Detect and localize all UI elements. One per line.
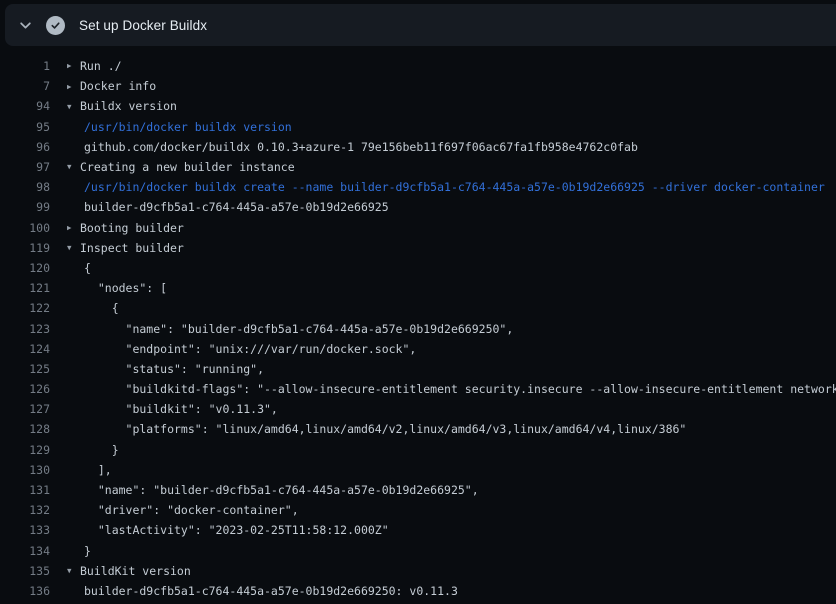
log-line-row: 128 "platforms": "linux/amd64,linux/amd6… [0, 419, 836, 439]
line-number[interactable]: 120 [0, 261, 50, 275]
expanded-triangle-icon[interactable]: ▼ [50, 244, 80, 252]
log-output-text: builder-d9cfb5a1-c764-445a-a57e-0b19d2e6… [80, 200, 389, 214]
log-line-row: 127 "buildkit": "v0.11.3", [0, 399, 836, 419]
line-number[interactable]: 124 [0, 342, 50, 356]
log-output-text: { [80, 261, 91, 275]
log-group-title[interactable]: Buildx version [80, 99, 177, 113]
expanded-triangle-icon[interactable]: ▼ [50, 567, 80, 575]
log-output-text: "name": "builder-d9cfb5a1-c764-445a-a57e… [80, 322, 513, 336]
line-number[interactable]: 131 [0, 483, 50, 497]
log-group-title[interactable]: Booting builder [80, 221, 184, 235]
line-number[interactable]: 98 [0, 180, 50, 194]
log-output-text: builder-d9cfb5a1-c764-445a-a57e-0b19d2e6… [80, 584, 458, 598]
line-number[interactable]: 119 [0, 241, 50, 255]
line-number[interactable]: 134 [0, 544, 50, 558]
line-number[interactable]: 97 [0, 160, 50, 174]
log-output-text: "buildkitd-flags": "--allow-insecure-ent… [80, 382, 836, 396]
collapsed-triangle-icon[interactable]: ▶ [50, 224, 80, 232]
log-line-row: 121 "nodes": [ [0, 278, 836, 298]
log-group-row: 97▼Creating a new builder instance [0, 157, 836, 177]
log-output-text: github.com/docker/buildx 0.10.3+azure-1 … [80, 140, 638, 154]
log-line-row: 132 "driver": "docker-container", [0, 500, 836, 520]
line-number[interactable]: 121 [0, 281, 50, 295]
line-number[interactable]: 122 [0, 301, 50, 315]
collapsed-triangle-icon[interactable]: ▶ [50, 83, 80, 91]
line-number[interactable]: 127 [0, 402, 50, 416]
line-number[interactable]: 100 [0, 221, 50, 235]
line-number[interactable]: 7 [0, 79, 50, 93]
log-line-row: 96 github.com/docker/buildx 0.10.3+azure-… [0, 137, 836, 157]
log-output-text: "buildkit": "v0.11.3", [80, 402, 278, 416]
log-output-text: ], [80, 463, 112, 477]
line-number[interactable]: 125 [0, 362, 50, 376]
log-group-row: 135▼BuildKit version [0, 561, 836, 581]
line-number[interactable]: 130 [0, 463, 50, 477]
log-output-text: "endpoint": "unix:///var/run/docker.sock… [80, 342, 416, 356]
chevron-down-icon[interactable] [11, 11, 39, 39]
log-group-row: 119▼Inspect builder [0, 238, 836, 258]
log-group-title[interactable]: Inspect builder [80, 241, 184, 255]
expanded-triangle-icon[interactable]: ▼ [50, 103, 80, 111]
line-number[interactable]: 129 [0, 443, 50, 457]
log-line-row: 131 "name": "builder-d9cfb5a1-c764-445a-… [0, 480, 836, 500]
log-output-text: "nodes": [ [80, 281, 167, 295]
collapsed-triangle-icon[interactable]: ▶ [50, 62, 80, 70]
log-group-row: 1▶Run ./ [0, 56, 836, 76]
step-title: Set up Docker Buildx [79, 18, 207, 33]
line-number[interactable]: 136 [0, 584, 50, 598]
check-circle-icon [46, 16, 65, 35]
line-number[interactable]: 132 [0, 503, 50, 517]
log-group-title[interactable]: Docker info [80, 79, 156, 93]
line-number[interactable]: 94 [0, 99, 50, 113]
log-group-row: 100▶Booting builder [0, 218, 836, 238]
step-header[interactable]: Set up Docker Buildx [5, 4, 836, 46]
log-line-row: 98/usr/bin/docker buildx create --name b… [0, 177, 836, 197]
log-group-row: 94▼Buildx version [0, 96, 836, 116]
log-output-text: "lastActivity": "2023-02-25T11:58:12.000… [80, 523, 389, 537]
line-number[interactable]: 135 [0, 564, 50, 578]
log-output-text: } [80, 544, 91, 558]
log-line-row: 134} [0, 541, 836, 561]
line-number[interactable]: 1 [0, 59, 50, 73]
log-line-row: 129 } [0, 440, 836, 460]
log-group-title[interactable]: Run ./ [80, 59, 122, 73]
log-line-row: 124 "endpoint": "unix:///var/run/docker.… [0, 339, 836, 359]
log-output-text: "driver": "docker-container", [80, 503, 299, 517]
log-line-row: 133 "lastActivity": "2023-02-25T11:58:12… [0, 520, 836, 540]
line-number[interactable]: 123 [0, 322, 50, 336]
log-output-text: } [80, 443, 119, 457]
log-output-text: "name": "builder-d9cfb5a1-c764-445a-a57e… [80, 483, 479, 497]
log-group-row: 7▶Docker info [0, 76, 836, 96]
line-number[interactable]: 99 [0, 200, 50, 214]
log-output-text: "platforms": "linux/amd64,linux/amd64/v2… [80, 422, 686, 436]
log-line-row: 120 { [0, 258, 836, 278]
log-command-text: /usr/bin/docker buildx version [80, 120, 292, 134]
log-output-text: "status": "running", [80, 362, 264, 376]
log-line-row: 130 ], [0, 460, 836, 480]
log-line-row: 122 { [0, 298, 836, 318]
log-line-row: 126 "buildkitd-flags": "--allow-insecure… [0, 379, 836, 399]
line-number[interactable]: 96 [0, 140, 50, 154]
line-number[interactable]: 126 [0, 382, 50, 396]
log-output-text: { [80, 301, 119, 315]
log-line-row: 125 "status": "running", [0, 359, 836, 379]
log-output: 1▶Run ./7▶Docker info94▼Buildx version95… [0, 46, 836, 604]
log-line-row: 136 builder-d9cfb5a1-c764-445a-a57e-0b19d… [0, 581, 836, 601]
log-line-row: 123 "name": "builder-d9cfb5a1-c764-445a-… [0, 318, 836, 338]
log-group-title[interactable]: BuildKit version [80, 564, 191, 578]
log-line-row: 99 builder-d9cfb5a1-c764-445a-a57e-0b19d2… [0, 197, 836, 217]
log-command-text: /usr/bin/docker buildx create --name bui… [80, 180, 825, 194]
log-group-title[interactable]: Creating a new builder instance [80, 160, 295, 174]
expanded-triangle-icon[interactable]: ▼ [50, 163, 80, 171]
line-number[interactable]: 128 [0, 422, 50, 436]
line-number[interactable]: 95 [0, 120, 50, 134]
line-number[interactable]: 133 [0, 523, 50, 537]
log-line-row: 95/usr/bin/docker buildx version [0, 117, 836, 137]
